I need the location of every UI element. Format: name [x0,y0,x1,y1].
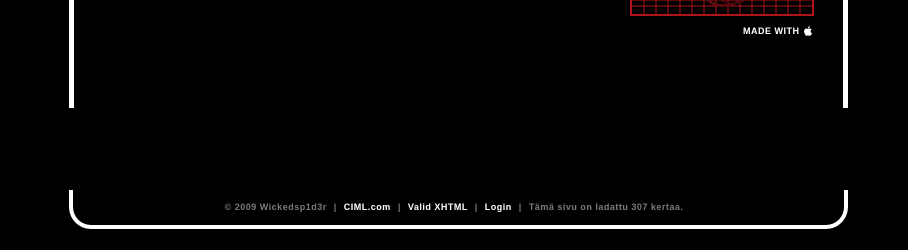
frame-right-border [843,0,848,108]
page-load-counter: Tämä sivu on ladattu 307 kertaa. [528,202,684,212]
footer-separator: | [474,202,478,212]
copyright-text: © 2009 Wickedsp1d3r [224,202,327,212]
footer-separator: | [397,202,401,212]
frame-left-border [69,0,74,108]
valid-xhtml-link[interactable]: Valid XHTML [408,202,468,212]
ciml-link[interactable]: CIML.com [344,202,391,212]
apple-icon [803,26,812,36]
page-footer: © 2009 Wickedsp1d3r | CIML.com | Valid X… [0,202,908,212]
login-link[interactable]: Login [485,202,512,212]
footer-separator: | [333,202,337,212]
made-with-label: MADE WITH [743,26,800,36]
header-banner-graphic [630,0,814,16]
footer-separator: | [518,202,522,212]
made-with-badge: MADE WITH [743,26,812,36]
